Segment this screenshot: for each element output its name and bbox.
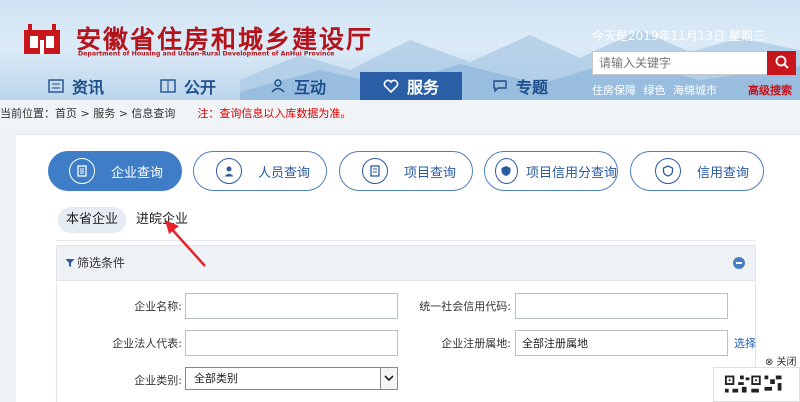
qr-code-icon [713, 367, 800, 402]
hot-link-green[interactable]: 绿色 [644, 84, 666, 97]
search-input[interactable] [592, 51, 768, 75]
list-icon [48, 79, 64, 93]
shield-icon [495, 158, 518, 184]
breadcrumb-note: 注：查询信息以入库数据为准。 [197, 107, 352, 120]
category-select[interactable]: 全部类别 [185, 367, 398, 390]
legal-rep-input[interactable] [185, 330, 398, 356]
search-button[interactable] [767, 51, 796, 75]
query-panel: 企业查询 人员查询 项目查询 项目信用分查询 信用查询 本省企业 进皖企业 筛选… [16, 134, 800, 402]
credit-icon [655, 158, 681, 184]
category-label: 企业类别: [134, 374, 182, 387]
date-text: 今天是2019年11月13日 星期三 [592, 29, 765, 43]
tab-project-credit-query[interactable]: 项目信用分查询 [484, 151, 618, 191]
site-header: 安徽省住房和城乡建设厅 Department of Housing and Ur… [0, 0, 800, 100]
tab-company-query[interactable]: 企业查询 [48, 151, 182, 191]
chat-icon [493, 80, 507, 93]
tab-credit-query[interactable]: 信用查询 [630, 151, 764, 191]
search-box [592, 51, 796, 75]
reg-place-input[interactable] [515, 330, 728, 356]
close-button[interactable]: ⊗ 关闭 [765, 353, 797, 368]
person-icon [216, 158, 242, 184]
company-icon [69, 158, 95, 184]
breadcrumb: 当前位置：首页 > 服务 > 信息查询 注：查询信息以入库数据为准。 [0, 100, 800, 128]
site-logo-icon [24, 24, 60, 54]
advanced-search-link[interactable]: 高级搜索 [748, 82, 792, 98]
tab-person-query[interactable]: 人员查询 [193, 151, 327, 191]
filter-icon [65, 259, 75, 267]
breadcrumb-path: 当前位置：首页 > 服务 > 信息查询 [0, 107, 176, 120]
filter-form: 企业名称: 统一社会信用代码: 企业法人代表: 企业注册属地: 选择 企业类别:… [56, 281, 756, 402]
book-icon [160, 79, 176, 93]
nav-item-interact[interactable]: 互动 [270, 72, 326, 100]
nav-item-open[interactable]: 公开 [160, 72, 216, 100]
filter-title: 筛选条件 [65, 246, 125, 280]
search-icon [775, 55, 789, 69]
company-name-input[interactable] [185, 293, 398, 319]
collapse-icon[interactable] [733, 257, 745, 269]
project-icon [362, 158, 388, 184]
chevron-down-icon [380, 368, 397, 389]
hot-link-sponge-city[interactable]: 海绵城市 [673, 84, 717, 97]
company-name-label: 企业名称: [134, 300, 182, 313]
heart-icon [383, 79, 399, 93]
site-subtitle: Department of Housing and Urban-Rural De… [78, 50, 335, 58]
legal-rep-label: 企业法人代表: [112, 337, 182, 350]
people-icon [271, 79, 285, 93]
nav-item-topic[interactable]: 专题 [492, 72, 548, 100]
choose-reg-place-link[interactable]: 选择 [734, 335, 756, 351]
annotation-arrow [165, 220, 206, 267]
reg-place-label: 企业注册属地: [441, 337, 511, 350]
tab-project-query[interactable]: 项目查询 [339, 151, 473, 191]
hot-links: 住房保障 绿色 海绵城市 [592, 82, 721, 98]
nav-item-news[interactable]: 资讯 [48, 72, 104, 100]
subtab-local-company[interactable]: 本省企业 [58, 207, 127, 233]
nav-item-service[interactable]: 服务 [360, 72, 462, 100]
credit-code-label: 统一社会信用代码: [419, 300, 511, 313]
hot-link-housing[interactable]: 住房保障 [592, 84, 636, 97]
credit-code-input[interactable] [515, 293, 728, 319]
